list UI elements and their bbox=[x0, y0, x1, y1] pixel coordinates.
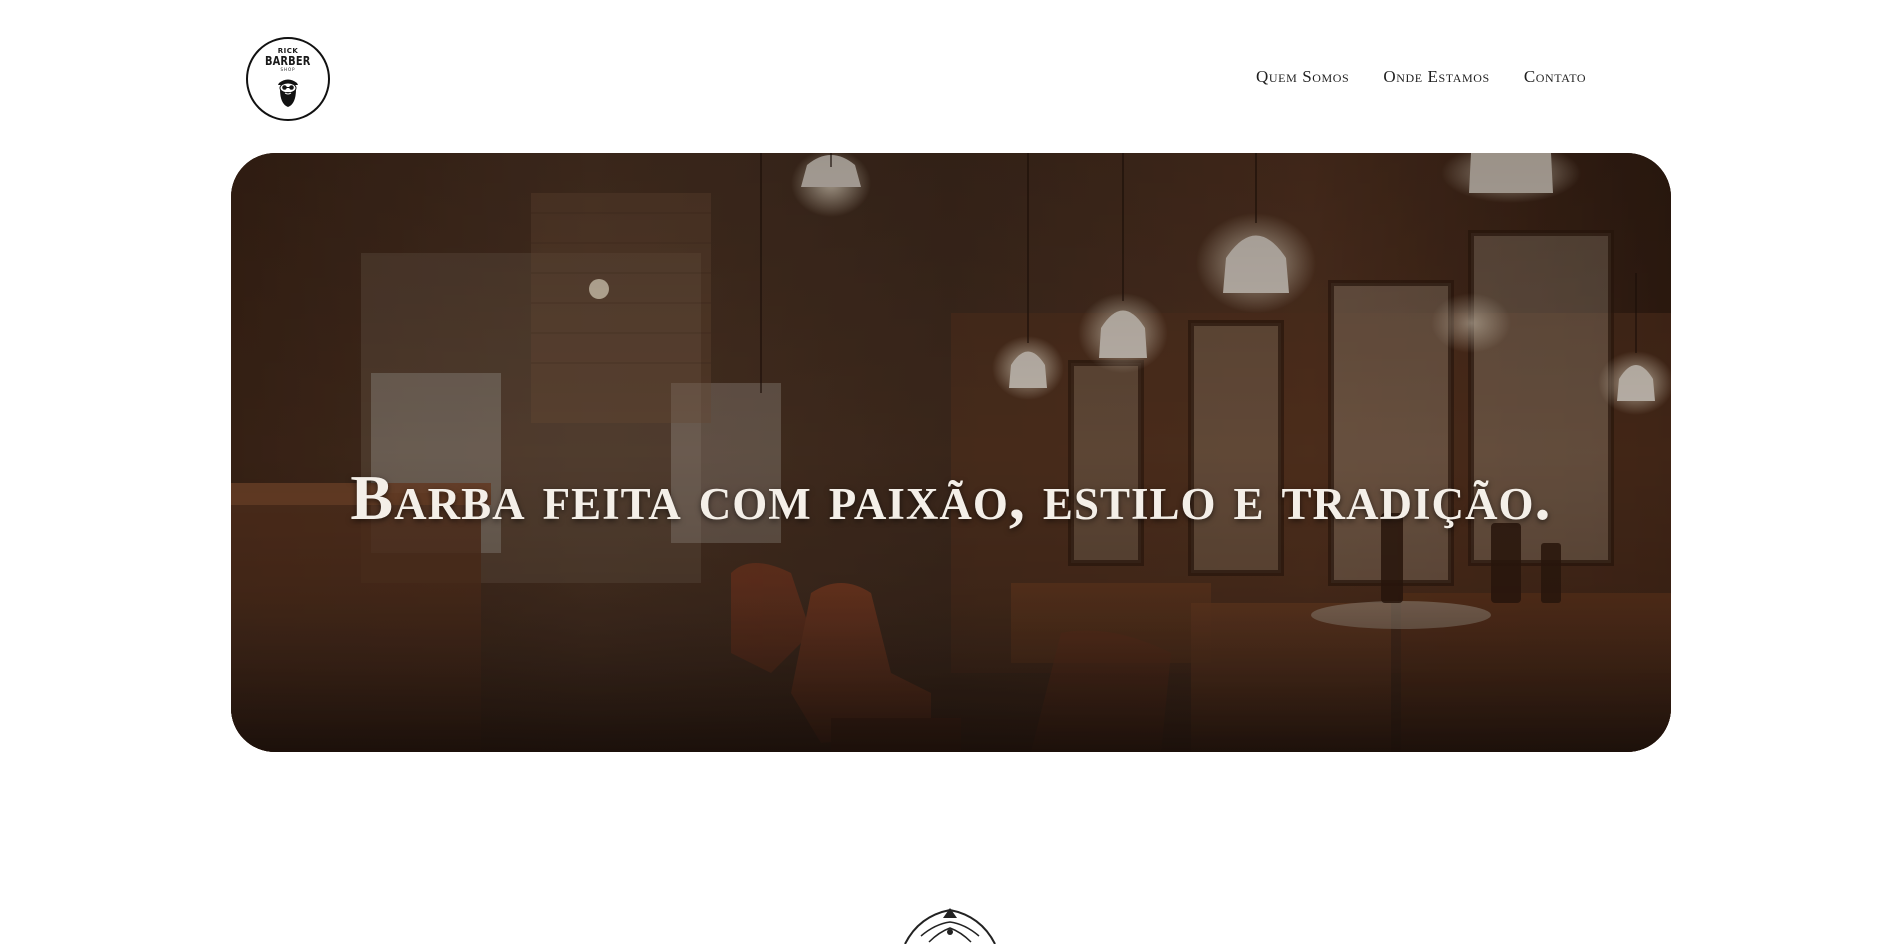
barbershop-interior-image bbox=[231, 153, 1671, 752]
hero-title: Barba feita com paixão, estilo e tradiçã… bbox=[350, 461, 1552, 533]
logo-main-text: BARBER bbox=[265, 54, 311, 68]
nav-link-quem-somos[interactable]: Quem Somos bbox=[1256, 67, 1349, 87]
bearded-man-icon bbox=[278, 79, 298, 107]
nav-link-contato[interactable]: Contato bbox=[1524, 67, 1586, 87]
nav-link-onde-estamos[interactable]: Onde Estamos bbox=[1383, 67, 1490, 87]
main-nav: Quem Somos Onde Estamos Contato bbox=[1256, 64, 1586, 90]
site-header: RICK BARBER SHOP Quem Somos Onde Estamos… bbox=[0, 0, 1899, 153]
site-logo[interactable]: RICK BARBER SHOP bbox=[246, 37, 330, 121]
hero-banner: Barba feita com paixão, estilo e tradiçã… bbox=[231, 153, 1671, 752]
barbershop-emblem-icon bbox=[904, 908, 996, 944]
